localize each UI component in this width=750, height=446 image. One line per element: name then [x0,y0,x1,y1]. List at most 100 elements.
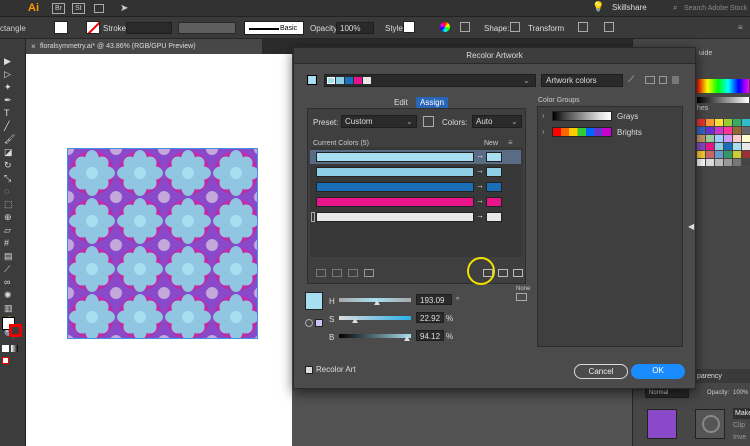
line-tool-icon[interactable]: ╱ [4,122,22,131]
swatch[interactable] [724,127,732,134]
gradient-tool-icon[interactable]: ▤ [4,252,22,261]
saturation-slider[interactable] [339,316,411,320]
new-color-swatch[interactable] [486,212,502,222]
swatch[interactable] [715,143,723,150]
swatch[interactable] [697,143,705,150]
swatch[interactable] [706,135,714,142]
group-color-strip[interactable]: ⌄ [324,74,536,87]
ok-button[interactable]: OK [631,364,685,379]
app-logo[interactable]: Ai [28,3,39,14]
grid-icon[interactable] [94,4,104,13]
blend-tool-icon[interactable]: ∞ [4,278,22,287]
tab-edit[interactable]: Edit [394,99,408,107]
brightness-slider[interactable] [339,334,411,338]
color-row[interactable]: → [310,210,521,224]
eyedropper-icon[interactable]: ⟋ [628,74,634,85]
preset-select[interactable]: Custom ⌄ [341,115,417,128]
brightness-input[interactable]: 94.12 [416,330,444,341]
swatch[interactable] [715,135,723,142]
color-mode-icon[interactable] [2,345,9,352]
swatch[interactable] [733,159,741,166]
colors-select[interactable]: Auto ⌄ [472,115,522,128]
stock-icon[interactable]: St [72,3,85,14]
shape-icon[interactable] [510,22,520,32]
workspace-user[interactable]: Skillshare [612,4,647,12]
make-mask-button[interactable]: Make [733,408,750,419]
current-color-bar[interactable] [316,212,474,222]
mesh-tool-icon[interactable]: # [4,239,22,248]
group-row[interactable]: › Brights [538,125,682,139]
list-menu-icon[interactable]: ≡ [508,138,513,147]
document-tab[interactable]: × floralsymmetry.ai* @ 43.86% (RGB/GPU P… [26,39,262,54]
invert-mask-checkbox-label[interactable]: Inve [733,434,746,441]
bridge-icon[interactable]: Br [52,3,65,14]
selection-tool-icon[interactable]: ▶ [4,57,22,66]
saturation-input[interactable]: 22.92 [416,312,444,323]
pen-tool-icon[interactable]: ✒ [4,96,22,105]
menu-icon[interactable]: ≡ [738,23,743,32]
swatch[interactable] [724,135,732,142]
magic-wand-tool-icon[interactable]: ✦ [4,83,22,92]
swatch[interactable] [742,159,750,166]
swatch[interactable] [733,135,741,142]
swatch[interactable] [706,143,714,150]
new-color-swatch[interactable] [486,152,502,162]
swatch[interactable] [715,119,723,126]
swatch[interactable] [697,119,705,126]
color-row[interactable]: → [310,195,521,209]
swatch[interactable] [715,127,723,134]
arrange-icon[interactable] [578,22,588,32]
lightbulb-icon[interactable]: 💡 [592,2,604,13]
reduce-colors-icon[interactable] [307,75,317,85]
swatch[interactable] [706,159,714,166]
hue-input[interactable]: 193.09 [416,294,452,305]
opacity-input[interactable]: 100% [336,22,374,34]
swatch[interactable] [742,143,750,150]
randomize-saturation-icon[interactable] [498,269,508,277]
variable-width-field[interactable] [178,22,236,34]
brightness-slider-thumb[interactable] [404,336,410,341]
swatch[interactable] [706,127,714,134]
none-mode-icon[interactable] [2,357,9,364]
color-row[interactable]: → [310,180,521,194]
new-color-swatch[interactable] [486,182,502,192]
merge-colors-icon[interactable] [316,269,326,277]
arrow-right-icon[interactable]: → [476,196,484,205]
swatches-grid[interactable] [697,119,750,211]
swatch[interactable] [742,135,750,142]
arrow-right-icon[interactable]: → [476,151,484,160]
arrow-right-icon[interactable]: → [476,166,484,175]
recolor-icon[interactable] [440,22,450,32]
clip-checkbox-label[interactable]: Clip [733,422,745,429]
active-color-swatch[interactable] [305,292,323,310]
new-color-swatch[interactable] [486,197,502,207]
swatch[interactable] [742,151,750,158]
saturation-slider-thumb[interactable] [352,318,358,323]
transparency-panel-label[interactable]: parency [697,373,722,380]
eyedropper-tool-icon[interactable]: ⟋ [4,265,22,274]
free-transform-tool-icon[interactable]: ⬚ [4,200,22,209]
exclude-colors-icon[interactable] [348,269,358,277]
type-tool-icon[interactable]: T [4,109,22,118]
swatch[interactable] [724,151,732,158]
separate-colors-icon[interactable] [332,269,342,277]
swatch[interactable] [697,127,705,134]
previous-color-swatch[interactable] [315,319,323,327]
pattern-artwork[interactable] [67,148,258,339]
style-swatch[interactable] [403,21,415,33]
scale-tool-icon[interactable]: ⤡ [4,174,22,183]
swatch[interactable] [715,151,723,158]
cancel-button[interactable]: Cancel [574,364,628,379]
transform-label[interactable]: Transform [528,25,564,33]
delete-group-icon[interactable] [672,76,679,84]
paintbrush-tool-icon[interactable]: 🖌 [4,135,22,144]
panel-collapse-icon[interactable]: ◀ [688,222,694,231]
swatch[interactable] [697,159,705,166]
color-options-icon[interactable] [516,293,527,301]
eraser-tool-icon[interactable]: ◪ [4,148,22,157]
save-group-icon[interactable] [645,76,655,84]
stock-search-input[interactable]: Search Adobe Stock [684,5,747,12]
preset-options-icon[interactable] [423,116,434,127]
color-spectrum[interactable] [697,79,749,93]
chevron-down-icon[interactable]: ⌄ [523,76,530,85]
